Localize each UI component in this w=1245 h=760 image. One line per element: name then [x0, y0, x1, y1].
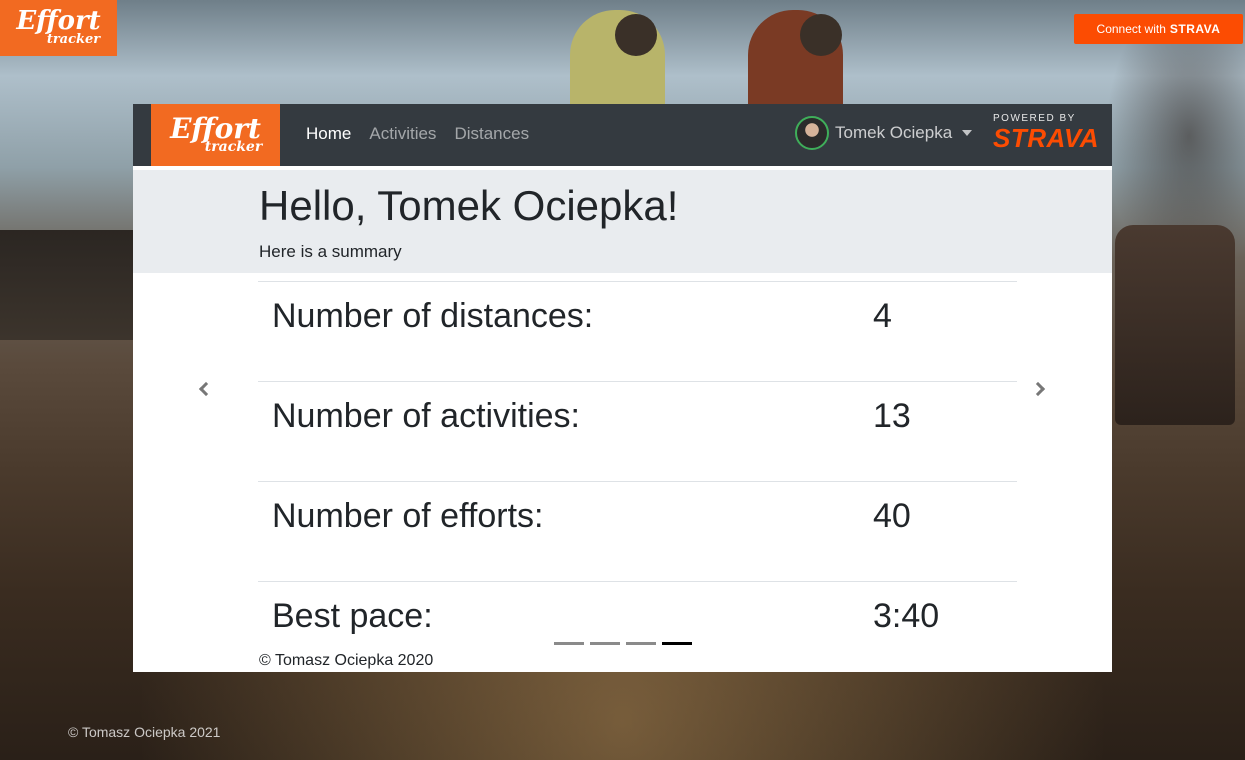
connect-button-prefix: Connect with: [1096, 22, 1166, 36]
brand-logo[interactable]: Effort tracker: [0, 0, 117, 56]
navbar: Effort tracker Home Activities Distances…: [133, 104, 1112, 166]
background-bench: [1115, 225, 1235, 425]
page-footer-copyright: © Tomasz Ociepka 2021: [68, 724, 221, 740]
nav-link-home[interactable]: Home: [306, 124, 351, 144]
stat-label: Number of activities:: [272, 397, 580, 435]
jumbotron: Hello, Tomek Ociepka! Here is a summary: [133, 170, 1112, 273]
summary-table: Number of distances: 4 Number of activit…: [258, 281, 1017, 672]
carousel-indicators: [554, 642, 692, 645]
carousel-indicator-1[interactable]: [554, 642, 584, 645]
navbar-brand-line2: tracker: [204, 139, 263, 156]
table-row: Number of efforts: 40: [258, 481, 1017, 581]
chevron-left-icon: [198, 381, 214, 397]
navbar-brand-line1: Effort: [170, 112, 261, 146]
table-row: Number of activities: 13: [258, 381, 1017, 481]
stat-label: Number of efforts:: [272, 497, 544, 535]
page-subtitle: Here is a summary: [259, 242, 402, 261]
stat-value: 3:40: [873, 597, 940, 635]
page-title: Hello, Tomek Ociepka!: [259, 182, 679, 229]
background-person-head: [800, 14, 842, 56]
stat-label: Best pace:: [272, 597, 433, 635]
user-menu-dropdown[interactable]: Tomek Ociepka: [795, 116, 973, 150]
navbar-brand-logo[interactable]: Effort tracker: [151, 104, 280, 166]
powered-by-strava: POWERED BY STRAVA: [993, 113, 1099, 153]
stat-value: 40: [873, 497, 911, 535]
background-wall: [0, 230, 134, 340]
strava-wordmark: STRAVA: [1169, 22, 1221, 36]
brand-logo-line2: tracker: [46, 31, 101, 47]
avatar: [795, 116, 829, 150]
carousel-next-button[interactable]: [1023, 374, 1053, 404]
main-card: Effort tracker Home Activities Distances…: [133, 104, 1112, 672]
carousel-prev-button[interactable]: [191, 374, 221, 404]
card-footer-copyright: © Tomasz Ociepka 2020: [259, 652, 434, 669]
background-person-head: [615, 14, 657, 56]
nav-link-distances[interactable]: Distances: [454, 124, 529, 144]
stat-value: 4: [873, 297, 892, 335]
nav-links: Home Activities Distances: [306, 124, 529, 144]
stat-label: Number of distances:: [272, 297, 594, 335]
user-name: Tomek Ociepka: [835, 123, 953, 142]
connect-with-strava-button[interactable]: Connect with STRAVA: [1074, 14, 1243, 44]
strava-logo: STRAVA: [993, 123, 1100, 153]
caret-down-icon: [962, 130, 973, 136]
carousel-indicator-4[interactable]: [662, 642, 692, 645]
stat-value: 13: [873, 397, 911, 435]
nav-link-activities[interactable]: Activities: [369, 124, 436, 144]
chevron-right-icon: [1030, 381, 1046, 397]
table-row: Number of distances: 4: [258, 281, 1017, 381]
carousel-indicator-3[interactable]: [626, 642, 656, 645]
carousel-indicator-2[interactable]: [590, 642, 620, 645]
brand-logo-line1: Effort: [16, 6, 101, 37]
